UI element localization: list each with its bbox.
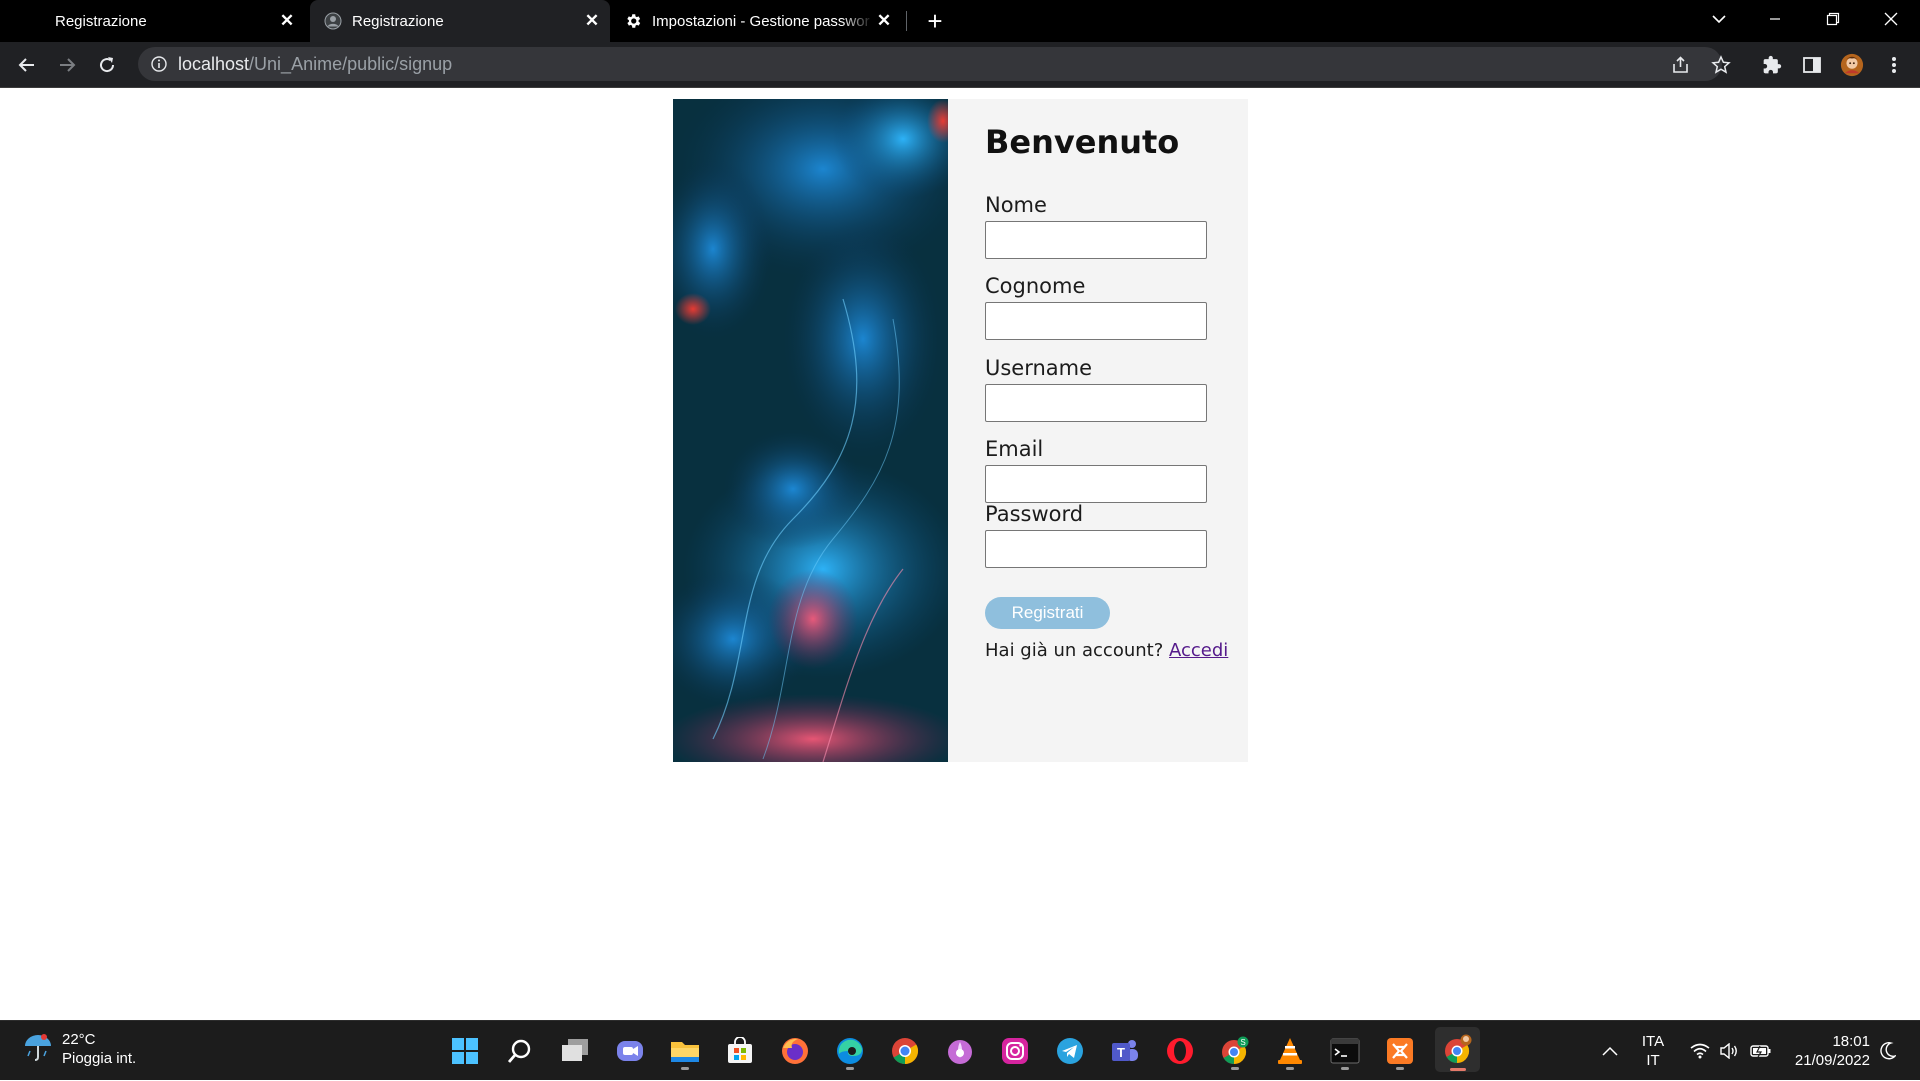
nome-input[interactable] bbox=[985, 221, 1207, 259]
clock[interactable]: 18:01 21/09/2022 bbox=[1780, 1021, 1870, 1081]
email-label: Email bbox=[985, 437, 1044, 461]
teams-icon[interactable]: T bbox=[1105, 1031, 1145, 1071]
tab-impostazioni[interactable]: Impostazioni - Gestione passwor ✕ bbox=[610, 0, 902, 42]
tab-registrazione-1[interactable]: Registrazione ✕ bbox=[40, 0, 305, 42]
nome-label: Nome bbox=[985, 193, 1047, 217]
svg-text:T: T bbox=[1117, 1045, 1125, 1060]
gear-icon bbox=[624, 12, 642, 30]
show-hidden-icons-button[interactable] bbox=[1598, 1021, 1622, 1081]
xampp-icon[interactable] bbox=[1380, 1031, 1420, 1071]
close-icon[interactable]: ✕ bbox=[582, 11, 602, 31]
side-panel-icon[interactable] bbox=[1800, 53, 1824, 77]
registrati-button[interactable]: Registrati bbox=[985, 597, 1110, 629]
weather-widget[interactable]: 22°C Pioggia int. bbox=[22, 1030, 136, 1068]
tab-title: Impostazioni - Gestione passwor bbox=[652, 12, 870, 30]
running-indicator bbox=[1286, 1067, 1294, 1070]
focus-moon-icon[interactable] bbox=[1876, 1021, 1900, 1081]
running-indicator bbox=[1450, 1068, 1466, 1071]
cognome-input[interactable] bbox=[985, 302, 1207, 340]
running-indicator bbox=[1396, 1067, 1404, 1070]
windows-taskbar: 22°C Pioggia int. T S ITA IT 18:01 21/09… bbox=[0, 1020, 1920, 1080]
incognito-profile-icon bbox=[324, 12, 342, 30]
address-bar[interactable]: localhost/Uni_Anime/public/signup bbox=[138, 47, 1731, 81]
language-code: ITA bbox=[1641, 1033, 1665, 1050]
url-text[interactable]: localhost/Uni_Anime/public/signup bbox=[178, 54, 452, 75]
opera-icon[interactable] bbox=[1160, 1031, 1200, 1071]
email-input[interactable] bbox=[985, 465, 1207, 503]
username-input[interactable] bbox=[985, 384, 1207, 422]
date: 21/09/2022 bbox=[1794, 1052, 1870, 1069]
minimize-button[interactable] bbox=[1752, 0, 1798, 38]
reload-button[interactable] bbox=[91, 49, 123, 81]
password-label: Password bbox=[985, 502, 1084, 526]
firefox-icon[interactable] bbox=[775, 1031, 815, 1071]
tor-icon[interactable] bbox=[940, 1031, 980, 1071]
browser-tab-bar: Registrazione ✕ Registrazione ✕ Impostaz… bbox=[0, 0, 1920, 42]
telegram-icon[interactable] bbox=[1050, 1031, 1090, 1071]
site-info-icon[interactable] bbox=[150, 55, 168, 73]
restore-button[interactable] bbox=[1810, 0, 1856, 38]
battery-icon[interactable] bbox=[1748, 1021, 1774, 1081]
close-icon[interactable]: ✕ bbox=[277, 11, 297, 31]
login-prompt: Hai già un account? Accedi bbox=[985, 640, 1228, 661]
tab-registrazione-2[interactable]: Registrazione ✕ bbox=[310, 0, 610, 42]
file-explorer-icon[interactable] bbox=[665, 1031, 705, 1071]
username-label: Username bbox=[985, 356, 1093, 380]
cognome-label: Cognome bbox=[985, 274, 1086, 298]
tab-title: Registrazione bbox=[352, 12, 444, 30]
profile-avatar[interactable] bbox=[1840, 53, 1864, 77]
svg-text:S: S bbox=[1240, 1038, 1245, 1047]
chrome-icon[interactable] bbox=[885, 1031, 925, 1071]
umbrella-rain-icon bbox=[22, 1031, 54, 1067]
chat-icon[interactable] bbox=[610, 1031, 650, 1071]
weather-temperature: 22°C bbox=[62, 1031, 96, 1048]
back-button[interactable] bbox=[11, 49, 43, 81]
running-indicator bbox=[846, 1067, 854, 1070]
password-input[interactable] bbox=[985, 530, 1207, 568]
menu-kebab-icon[interactable] bbox=[1882, 53, 1906, 77]
terminal-icon[interactable] bbox=[1325, 1031, 1365, 1071]
time: 18:01 bbox=[1832, 1033, 1870, 1050]
page-title: Benvenuto bbox=[985, 123, 1180, 161]
running-indicator bbox=[1341, 1067, 1349, 1070]
login-prompt-text: Hai già un account? bbox=[985, 640, 1164, 661]
hero-image bbox=[673, 99, 948, 762]
search-icon[interactable] bbox=[500, 1031, 540, 1071]
accedi-link[interactable]: Accedi bbox=[1169, 640, 1228, 661]
keyboard-layout: IT bbox=[1646, 1052, 1660, 1069]
edge-icon[interactable] bbox=[830, 1031, 870, 1071]
task-view-icon[interactable] bbox=[555, 1031, 595, 1071]
close-window-button[interactable] bbox=[1868, 0, 1914, 38]
store-icon[interactable] bbox=[720, 1031, 760, 1071]
weather-description: Pioggia int. bbox=[62, 1050, 137, 1067]
tab-title: Registrazione bbox=[55, 12, 147, 30]
forward-button[interactable] bbox=[51, 49, 83, 81]
url-host: localhost bbox=[178, 54, 250, 74]
new-tab-button[interactable]: + bbox=[922, 6, 948, 36]
browser-toolbar: localhost/Uni_Anime/public/signup bbox=[0, 42, 1920, 88]
instagram-icon[interactable] bbox=[995, 1031, 1035, 1071]
chrome-active-icon[interactable] bbox=[1435, 1027, 1480, 1072]
share-icon[interactable] bbox=[1670, 54, 1692, 76]
vlc-icon[interactable] bbox=[1270, 1031, 1310, 1071]
tab-search-button[interactable] bbox=[1696, 0, 1742, 38]
tab-separator bbox=[906, 11, 907, 31]
extensions-puzzle-icon[interactable] bbox=[1760, 53, 1784, 77]
chrome-profile-icon[interactable]: S bbox=[1215, 1031, 1255, 1071]
volume-icon[interactable] bbox=[1716, 1021, 1742, 1081]
signup-card: Benvenuto Nome Cognome Username Email Pa… bbox=[673, 99, 1248, 762]
url-path: /Uni_Anime/public/signup bbox=[249, 54, 453, 74]
running-indicator bbox=[681, 1067, 689, 1070]
wifi-icon[interactable] bbox=[1687, 1021, 1713, 1081]
running-indicator bbox=[1231, 1067, 1239, 1070]
bookmark-star-icon[interactable] bbox=[1710, 54, 1732, 76]
windows-start-icon[interactable] bbox=[445, 1031, 485, 1071]
language-indicator[interactable]: ITA IT bbox=[1636, 1021, 1670, 1081]
close-icon[interactable]: ✕ bbox=[874, 11, 894, 31]
